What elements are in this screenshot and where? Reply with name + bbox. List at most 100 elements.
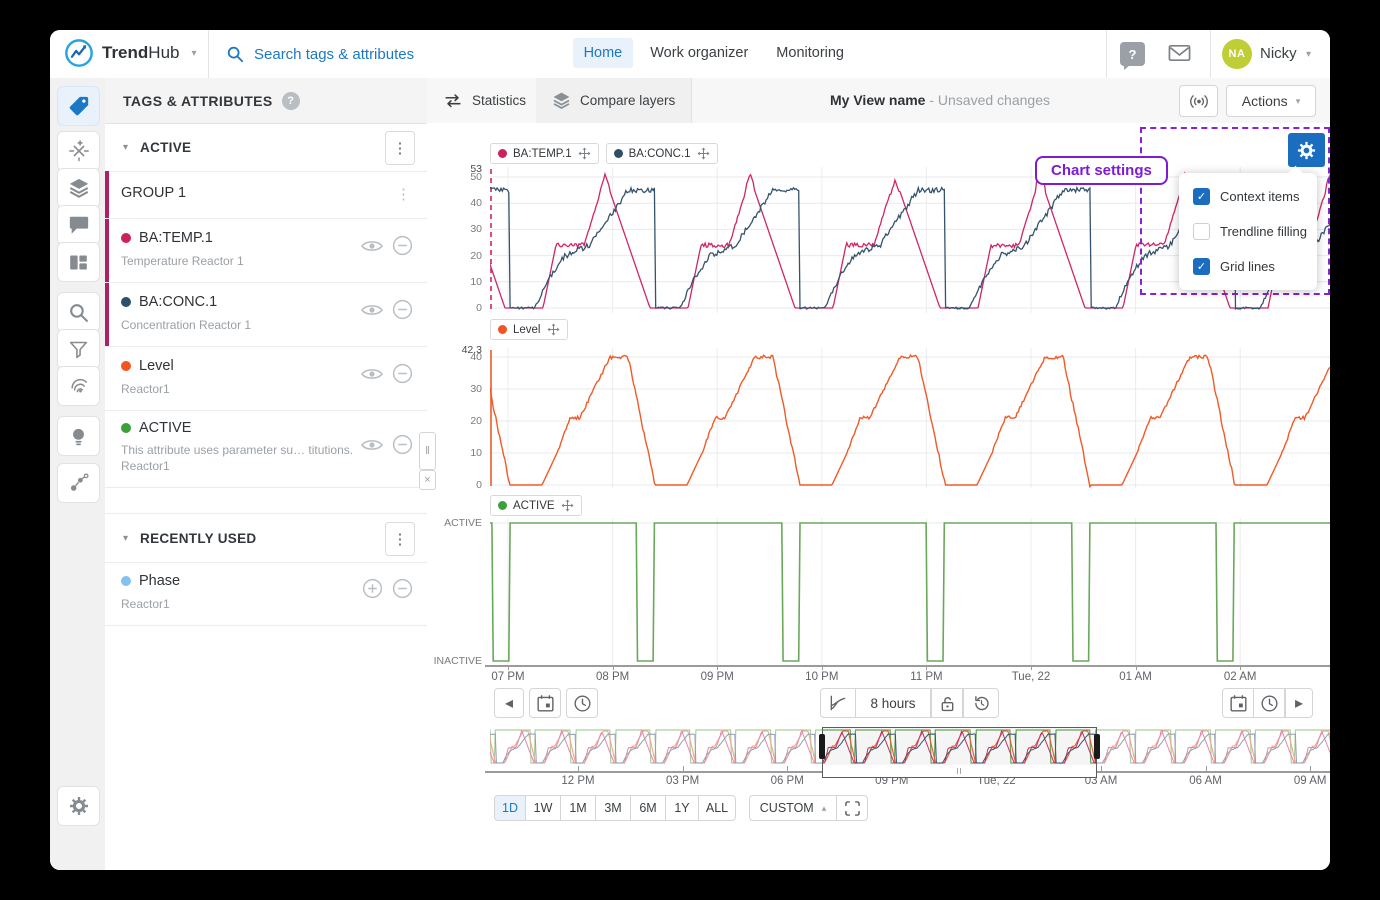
- start-time-button[interactable]: [566, 688, 598, 718]
- range-tab-3m[interactable]: 3M: [595, 795, 631, 821]
- nav-work-organizer[interactable]: Work organizer: [639, 38, 759, 68]
- pan-right-button[interactable]: ▸: [1285, 688, 1313, 718]
- chevron-down-icon[interactable]: ▾: [1306, 49, 1311, 60]
- rail-settings-button[interactable]: [57, 786, 100, 826]
- eye-icon[interactable]: [361, 303, 383, 317]
- duration-button[interactable]: 8 hours: [855, 688, 931, 718]
- option-grid-lines[interactable]: ✓Grid lines: [1179, 249, 1317, 284]
- actions-button[interactable]: Actions ▾: [1226, 85, 1316, 117]
- time-tick-label: 10 PM: [780, 671, 864, 683]
- search-input[interactable]: Search tags & attributes: [254, 46, 414, 63]
- remove-tag-icon[interactable]: [392, 434, 413, 455]
- chip-label: BA:CONC.1: [629, 148, 691, 160]
- group-menu-icon[interactable]: ⋮: [396, 185, 411, 203]
- chart-active-state[interactable]: [490, 518, 1330, 666]
- remove-tag-icon[interactable]: [392, 578, 413, 599]
- minimap-selection-drag-bar[interactable]: II: [822, 765, 1097, 778]
- end-calendar-button[interactable]: [1222, 688, 1254, 718]
- trend-chip-active[interactable]: ACTIVE: [490, 495, 582, 516]
- rail-layers-button[interactable]: [57, 168, 100, 208]
- lock-duration-button[interactable]: [931, 688, 963, 718]
- start-calendar-button[interactable]: [529, 688, 561, 718]
- remove-tag-icon[interactable]: [392, 235, 413, 256]
- history-button[interactable]: [963, 688, 999, 718]
- chart-settings-button[interactable]: [1288, 133, 1325, 167]
- swap-arrows-icon: [443, 93, 463, 108]
- tab-statistics[interactable]: Statistics: [427, 78, 543, 123]
- tag-subtitle: This attribute uses parameter su… tituti…: [121, 443, 353, 457]
- end-time-button[interactable]: [1253, 688, 1285, 718]
- minimap-tick: [683, 766, 684, 771]
- eye-icon[interactable]: [361, 239, 383, 253]
- tag-row-phase[interactable]: Phase Reactor1: [105, 561, 427, 626]
- custom-range-frame-button[interactable]: [836, 795, 868, 821]
- range-tab-1m[interactable]: 1M: [560, 795, 596, 821]
- panel-help-icon[interactable]: ?: [282, 92, 300, 110]
- rail-recommendations-button[interactable]: [57, 416, 100, 456]
- panel-resize-handle[interactable]: ‖: [419, 432, 436, 470]
- lock-icon: [938, 694, 957, 713]
- y-category-label: ACTIVE: [427, 516, 482, 530]
- eye-icon[interactable]: [361, 367, 383, 381]
- app-logo-menu[interactable]: TrendHub ▾: [64, 38, 197, 68]
- range-tab-1d[interactable]: 1D: [494, 795, 526, 821]
- help-icon[interactable]: ?: [1120, 42, 1145, 66]
- checkbox-icon[interactable]: ✓: [1193, 258, 1210, 275]
- section-recently-used-menu-button[interactable]: ⋮: [385, 522, 415, 556]
- remove-tag-icon[interactable]: [392, 299, 413, 320]
- range-tab-all[interactable]: ALL: [698, 795, 736, 821]
- minimap-selection-window[interactable]: [822, 727, 1097, 766]
- range-tab-custom[interactable]: CUSTOM▴: [749, 795, 837, 821]
- trend-chip-ba-temp1[interactable]: BA:TEMP.1: [490, 143, 599, 164]
- global-search[interactable]: Search tags & attributes: [226, 30, 414, 78]
- rail-filter-button[interactable]: [57, 329, 100, 369]
- rail-comments-button[interactable]: [57, 205, 100, 245]
- minimap-selection-right-handle[interactable]: [1094, 734, 1100, 759]
- group-row[interactable]: GROUP 1 ⋮: [105, 171, 427, 219]
- section-active-menu-button[interactable]: ⋮: [385, 131, 415, 165]
- rail-fingerprint-button[interactable]: [57, 366, 100, 406]
- collapse-caret-icon[interactable]: ▾: [123, 533, 128, 544]
- tab-compare-layers[interactable]: Compare layers: [536, 78, 692, 123]
- add-tag-icon[interactable]: [362, 578, 383, 599]
- tag-row-ba-conc1[interactable]: BA:CONC.1 Concentration Reactor 1: [105, 282, 427, 347]
- move-icon[interactable]: [578, 147, 591, 160]
- option-context-items[interactable]: ✓Context items: [1179, 179, 1317, 214]
- collapse-caret-icon[interactable]: ▾: [123, 142, 128, 153]
- live-mode-button[interactable]: [1179, 85, 1218, 117]
- chart-level[interactable]: [490, 348, 1330, 488]
- rail-formulas-button[interactable]: [57, 131, 100, 171]
- rail-dashboard-button[interactable]: [57, 242, 100, 282]
- minimap-selection-left-handle[interactable]: [819, 734, 825, 759]
- range-tab-1w[interactable]: 1W: [525, 795, 561, 821]
- trend-chip-ba-conc1[interactable]: BA:CONC.1: [606, 143, 718, 164]
- mail-icon[interactable]: [1168, 44, 1191, 62]
- rail-context-graph-button[interactable]: [57, 463, 100, 503]
- panel-collapse-button[interactable]: ×: [419, 470, 436, 490]
- move-icon[interactable]: [547, 323, 560, 336]
- section-active-title: ACTIVE: [140, 140, 191, 155]
- time-tick: [508, 666, 509, 670]
- rail-tags-button[interactable]: [57, 86, 100, 126]
- checkbox-icon[interactable]: ✓: [1193, 188, 1210, 205]
- checkbox-icon[interactable]: [1193, 223, 1210, 240]
- time-tick: [613, 666, 614, 670]
- tag-row-ba-temp1[interactable]: BA:TEMP.1 Temperature Reactor 1: [105, 218, 427, 283]
- user-avatar[interactable]: NA: [1222, 39, 1252, 69]
- trend-chip-level[interactable]: Level: [490, 319, 568, 340]
- range-tab-1y[interactable]: 1Y: [665, 795, 699, 821]
- user-name[interactable]: Nicky: [1260, 45, 1297, 62]
- nav-monitoring[interactable]: Monitoring: [765, 38, 855, 68]
- move-icon[interactable]: [561, 499, 574, 512]
- trend-snapshot-button[interactable]: [820, 688, 856, 718]
- eye-icon[interactable]: [361, 438, 383, 452]
- tag-row-level[interactable]: Level Reactor1: [105, 346, 427, 411]
- pan-left-button[interactable]: ◂: [494, 688, 524, 718]
- remove-tag-icon[interactable]: [392, 363, 413, 384]
- tag-row-active[interactable]: ACTIVE This attribute uses parameter su……: [105, 410, 427, 488]
- rail-search-button[interactable]: [57, 292, 100, 332]
- option-trendline-filling[interactable]: Trendline filling: [1179, 214, 1317, 249]
- range-tab-6m[interactable]: 6M: [630, 795, 666, 821]
- move-icon[interactable]: [697, 147, 710, 160]
- nav-home[interactable]: Home: [573, 38, 634, 68]
